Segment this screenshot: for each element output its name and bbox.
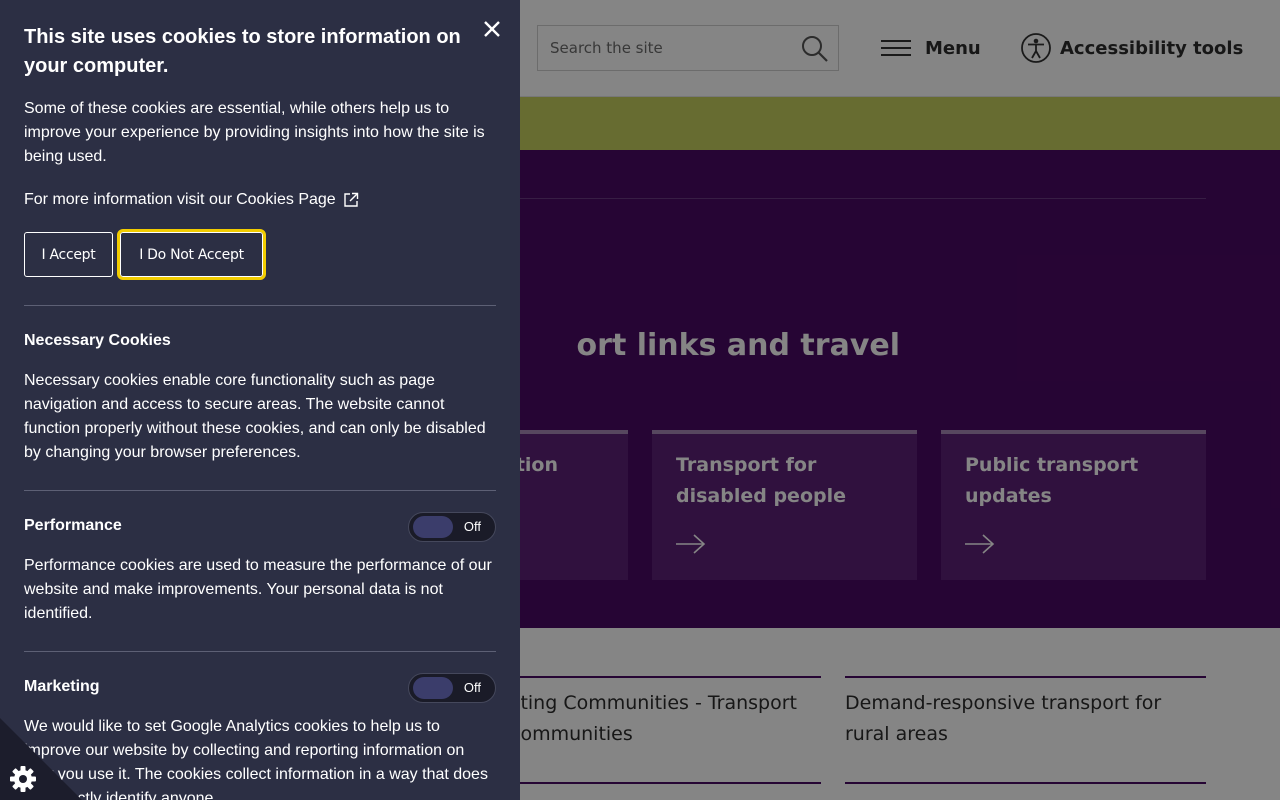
decline-button[interactable]: I Do Not Accept (117, 229, 266, 280)
toggle-knob (413, 516, 453, 538)
marketing-toggle[interactable]: Off (408, 673, 496, 703)
toggle-state: Off (463, 680, 481, 695)
toggle-knob (413, 677, 453, 699)
divider (24, 305, 496, 306)
cookie-settings-widget[interactable] (0, 718, 82, 800)
cookies-page-label: Cookies Page (236, 191, 336, 208)
necessary-cookies-text: Necessary cookies enable core functional… (24, 372, 486, 461)
cookie-intro: Some of these cookies are essential, whi… (24, 100, 485, 165)
divider (24, 651, 496, 652)
performance-title: Performance (24, 517, 122, 534)
cookie-heading: This site uses cookies to store informat… (24, 26, 461, 77)
divider (24, 490, 496, 491)
performance-toggle[interactable]: Off (408, 512, 496, 542)
close-icon (484, 21, 500, 37)
close-button[interactable] (480, 17, 504, 41)
more-info: For more information visit our Cookies P… (24, 188, 359, 212)
cookie-consent-panel: This site uses cookies to store informat… (0, 0, 520, 800)
cookies-page-link[interactable]: Cookies Page (236, 188, 359, 212)
necessary-cookies-title: Necessary Cookies (24, 332, 171, 349)
performance-text: Performance cookies are used to measure … (24, 557, 492, 622)
accept-button[interactable]: I Accept (24, 232, 113, 277)
marketing-title: Marketing (24, 678, 100, 695)
toggle-state: Off (463, 519, 481, 534)
marketing-text: We would like to set Google Analytics co… (24, 718, 488, 800)
external-link-icon (343, 192, 358, 207)
more-info-prefix: For more information visit our (24, 191, 233, 208)
gear-icon (10, 766, 36, 792)
